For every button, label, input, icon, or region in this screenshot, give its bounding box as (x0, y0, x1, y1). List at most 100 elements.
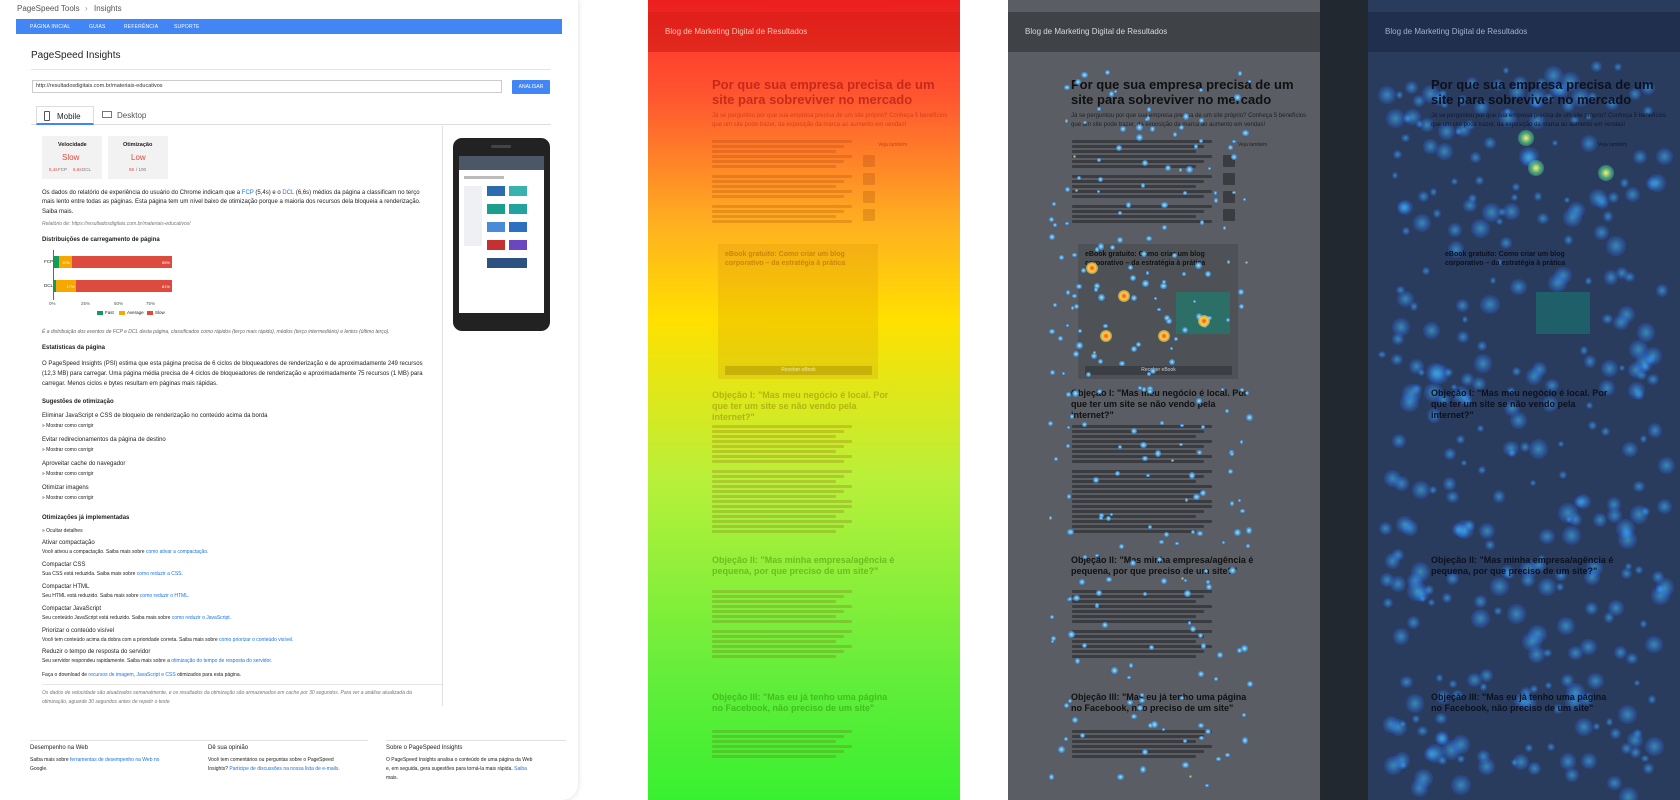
brand-section: Insights (94, 4, 122, 13)
impl-6-link[interactable]: otimização do tempo de resposta do servi… (171, 658, 272, 664)
url-input[interactable]: http://resultadosdigitais.com.br/materia… (32, 80, 502, 93)
nav-item-home[interactable]: PÁGINA INICIAL (30, 24, 70, 30)
fcp-link[interactable]: FCP (242, 190, 254, 196)
suggestion-4-fix-link[interactable]: » Mostrar como corrigir (42, 496, 93, 501)
impl-2-title: Compactar CSS (42, 562, 86, 568)
move-hotspot (1528, 160, 1544, 176)
click-dot (1065, 323, 1070, 328)
suggestion-1-fix-link[interactable]: » Mostrar como corrigir (42, 424, 93, 429)
tab-mobile[interactable]: Mobile (36, 106, 94, 125)
summary-text-b: (5,4s) e o (253, 190, 283, 196)
footer-col-2-link[interactable]: Participe de discussões na nossa lista d… (229, 766, 339, 772)
tab-desktop[interactable]: Desktop (97, 106, 163, 125)
move-heat-blob (1411, 481, 1430, 500)
download-resources-link[interactable]: recursos de imagem, JavaScript e CSS (88, 672, 175, 678)
move-heat-blob (1526, 368, 1543, 385)
text-line (712, 160, 844, 163)
click-dot (1158, 539, 1164, 545)
nav-item-support[interactable]: SUPORTE (174, 24, 199, 30)
analyze-button[interactable]: ANALISAR (512, 80, 550, 94)
text-line (712, 510, 844, 513)
suggestion-2-fix-link[interactable]: » Mostrar como corrigir (42, 448, 93, 453)
move-heat-blob (1579, 346, 1588, 355)
click-dot (1074, 657, 1081, 664)
dist-bar-fcp-slow: 85% (71, 256, 172, 268)
click-dot (1198, 722, 1205, 729)
move-heat-blob (1538, 578, 1557, 597)
footer-col-1-link[interactable]: ferramentas de desempenho na Web no (70, 757, 159, 763)
nav-item-guides[interactable]: GUIAS (89, 24, 106, 30)
impl-5-desc: Você tem conteúdo acima da dobra com a p… (42, 637, 220, 643)
footer-col-3-link[interactable]: Saiba (514, 766, 527, 772)
move-heat-blob (1613, 315, 1629, 331)
click-dot (1117, 773, 1124, 780)
click-dot (1066, 444, 1071, 449)
dcl-link[interactable]: DCL (282, 190, 294, 196)
move-heat-blob (1404, 80, 1418, 94)
move-heat-blob (1489, 277, 1496, 284)
move-heat-blob (1403, 113, 1413, 123)
impl-4-link[interactable]: como reduzir o JavaScript. (172, 615, 231, 621)
click-dot (1205, 270, 1211, 277)
move-map-obj3-2: no Facebook, não preciso de um site" (1431, 703, 1594, 713)
move-heat-blob (1418, 368, 1426, 376)
move-heat-blob (1378, 351, 1386, 359)
text-line (712, 605, 852, 608)
click-dot (1141, 748, 1148, 755)
impl-1-link[interactable]: como ativar a compactação. (146, 549, 209, 555)
summary-line-1: Os dados do relatório de experiência do … (42, 190, 420, 196)
impl-3-link[interactable]: como reduzir o HTML. (140, 593, 189, 599)
footer-col-3-link-2[interactable]: mais. (386, 776, 398, 781)
move-heat-blob (1545, 682, 1552, 689)
move-heat-blob (1626, 652, 1638, 664)
move-map-lead-1: Já se perguntou por que sua empresa prec… (1431, 113, 1667, 119)
click-dot (1179, 125, 1185, 131)
brand[interactable]: PageSpeed Tools (17, 5, 80, 13)
click-dot (1192, 300, 1197, 304)
preview-thumb (487, 204, 505, 214)
move-heat-blob (1455, 434, 1466, 445)
move-heat-blob (1492, 490, 1506, 503)
click-dot (1157, 307, 1162, 312)
click-dot (1130, 294, 1137, 302)
impl-2-link[interactable]: como reduzir a CSS. (137, 571, 183, 577)
click-dot (1114, 89, 1118, 94)
click-dot (1153, 296, 1157, 300)
move-heat-blob (1396, 285, 1405, 295)
move-heat-blob (1460, 372, 1475, 386)
click-dot (1140, 250, 1148, 258)
click-dot (1049, 329, 1055, 335)
impl-6-title: Reduzir o tempo de resposta do servidor (42, 649, 151, 655)
click-dot (1193, 144, 1199, 150)
move-heat-blob (1417, 725, 1428, 737)
click-dot (1073, 304, 1079, 310)
click-dot (1241, 737, 1249, 744)
suggestion-3-fix-link[interactable]: » Mostrar como corrigir (42, 472, 93, 477)
move-heat-blob (1639, 435, 1647, 443)
move-heat-blob (1528, 439, 1549, 459)
nav-item-reference[interactable]: REFERÊNCIA (124, 24, 158, 30)
move-heat-blob (1607, 775, 1622, 791)
footer-col-1-link-2[interactable]: Google. (30, 767, 48, 772)
move-heat-blob (1397, 200, 1411, 214)
text-line (712, 730, 852, 733)
click-dot (1150, 721, 1158, 729)
hide-details-link[interactable]: » Ocultar detalhes (42, 529, 83, 534)
click-dot (1234, 528, 1241, 536)
click-dot (1073, 594, 1080, 601)
text-line (712, 470, 852, 473)
click-dot (1242, 129, 1249, 137)
impl-2-text: Sua CSS está reduzida. Saiba mais sobre … (42, 572, 183, 577)
impl-5-link[interactable]: como priorizar o conteúdo visível. (219, 637, 293, 643)
move-heat-blob (1463, 198, 1478, 213)
learn-more-link[interactable]: Saiba mais. (42, 209, 73, 215)
click-dot (1139, 766, 1147, 773)
suggestion-2: Evitar redirecionamentos da página de de… (42, 437, 166, 443)
move-heat-blob (1548, 273, 1567, 293)
move-heat-blob (1647, 695, 1657, 704)
move-heat-blob (1624, 186, 1641, 202)
desktop-icon (102, 111, 112, 118)
move-heat-blob (1594, 224, 1610, 240)
move-heat-blob (1587, 421, 1597, 431)
click-dot (1199, 489, 1206, 496)
